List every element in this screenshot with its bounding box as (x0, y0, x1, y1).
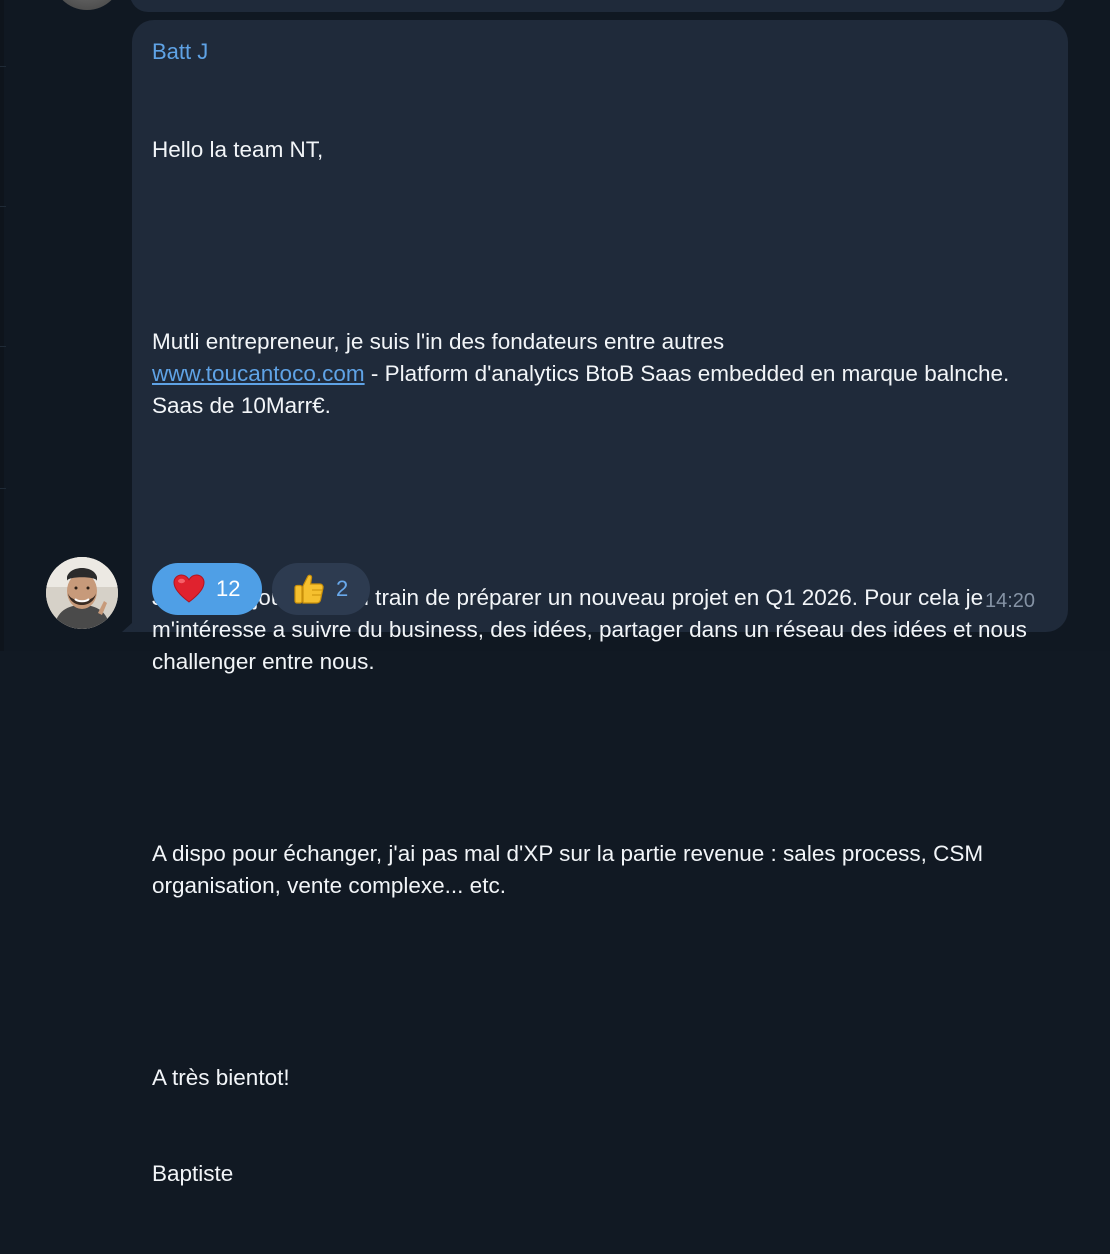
website-link[interactable]: www.toucantoco.com (152, 361, 365, 386)
paragraph-1-text: Mutli entrepreneur, je suis l'in des fon… (152, 329, 725, 354)
message-greeting: Hello la team NT, (152, 137, 324, 162)
divider (0, 66, 6, 67)
message-timestamp: 14:20 (985, 590, 1036, 612)
message-closing: A très bientot! (152, 1065, 290, 1090)
chat-area: Batt J Hello la team NT, Mutli entrepren… (0, 0, 1110, 1186)
reaction-heart-count: 12 (216, 576, 241, 601)
reaction-thumbs-up[interactable]: 2 (272, 563, 370, 615)
message-text: Hello la team NT, Mutli entrepreneur, je… (152, 70, 1052, 1254)
sender-name[interactable]: Batt J (152, 38, 208, 66)
avatar[interactable] (46, 557, 118, 629)
reaction-thumbs-up-count: 2 (336, 576, 349, 601)
thumbs-up-icon (292, 572, 326, 606)
divider (0, 488, 6, 489)
avatar-image (46, 557, 118, 629)
message-paragraph-1: Mutli entrepreneur, je suis l'in des fon… (152, 326, 1052, 422)
reaction-heart[interactable]: 12 (152, 563, 262, 615)
previous-message-bubble[interactable] (130, 0, 1066, 12)
message-paragraph-3: A dispo pour échanger, j'ai pas mal d'XP… (152, 841, 990, 898)
heart-icon (172, 572, 206, 606)
previous-sender-avatar[interactable] (52, 0, 122, 10)
divider (0, 346, 6, 347)
divider (0, 206, 6, 207)
message-signature: Baptiste (152, 1161, 234, 1186)
left-panel-edge (0, 0, 6, 651)
reactions-bar: 12 2 (152, 563, 370, 615)
